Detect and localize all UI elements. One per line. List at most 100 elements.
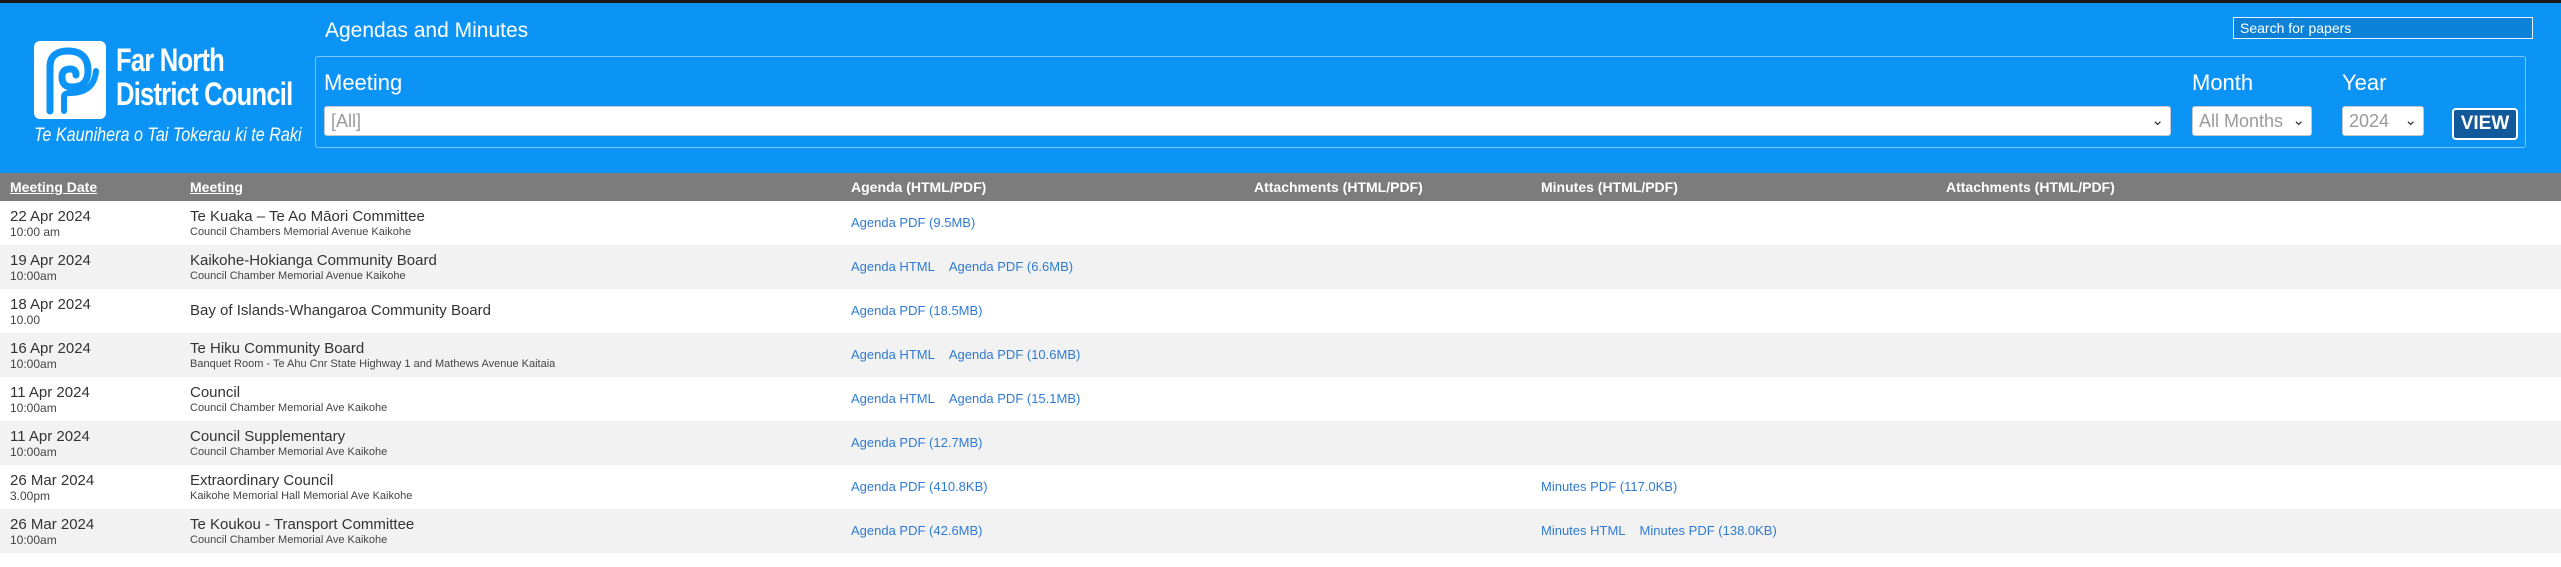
table-row: 19 Apr 2024 10:00am Kaikohe-Hokianga Commu… — [0, 245, 2561, 289]
column-minutes: Minutes (HTML/PDF) — [1541, 179, 1678, 195]
meeting-venue: Council Chambers Memorial Avenue Kaikohe — [190, 226, 412, 238]
meeting-date-cell: 26 Mar 2024 3.00pm — [0, 465, 180, 509]
month-select[interactable]: All Months ⌄ — [2192, 106, 2312, 136]
meeting-venue: Council Chamber Memorial Ave Kaikohe — [190, 402, 388, 414]
agenda-cell: Agenda PDF (410.8KB) — [841, 465, 1244, 509]
page-header: Far North District Council Te Kaunihera … — [0, 3, 2561, 173]
minutes-cell — [1531, 333, 1936, 377]
agenda-cell: Agenda PDF (18.5MB) — [841, 289, 1244, 333]
meeting-time: 10:00am — [10, 269, 57, 283]
meeting-date-cell: 11 Apr 2024 10:00am — [0, 377, 180, 421]
meeting-rows: 22 Apr 2024 10:00 am Te Kuaka – Te Ao Māor… — [0, 201, 2561, 553]
meeting-date-cell: 22 Apr 2024 10:00 am — [0, 201, 180, 245]
meeting-name: Council Supplementary — [190, 428, 346, 445]
filter-panel: Meeting [All] ⌄ Month All Months ⌄ Year … — [315, 56, 2526, 148]
meeting-date-cell: 16 Apr 2024 10:00am — [0, 333, 180, 377]
minutes-cell: Minutes PDF (117.0KB) — [1531, 465, 1936, 509]
agenda-pdf-link[interactable]: Agenda PDF (18.5MB) — [851, 303, 983, 318]
meeting-date: 26 Mar 2024 — [10, 472, 95, 489]
column-agenda-attachments: Attachments (HTML/PDF) — [1254, 179, 1423, 195]
minutes-html-link[interactable]: Minutes HTML — [1541, 523, 1626, 538]
table-row: 11 Apr 2024 10:00am Council Council Chamber… — [0, 377, 2561, 421]
agenda-html-link[interactable]: Agenda HTML — [851, 259, 935, 274]
agenda-pdf-link[interactable]: Agenda PDF (42.6MB) — [851, 523, 983, 538]
meeting-venue: Council Chamber Memorial Ave Kaikohe — [190, 534, 388, 546]
meeting-venue: Council Chamber Memorial Avenue Kaikohe — [190, 270, 406, 282]
minutes-cell — [1531, 201, 1936, 245]
minutes-pdf-link[interactable]: Minutes PDF (117.0KB) — [1541, 479, 1677, 494]
view-button[interactable]: VIEW — [2452, 108, 2518, 140]
chevron-down-icon: ⌄ — [2151, 112, 2164, 129]
agenda-pdf-link[interactable]: Agenda PDF (9.5MB) — [851, 215, 975, 230]
agenda-attachments-cell — [1244, 245, 1531, 289]
minutes-attachments-cell — [1936, 245, 2561, 289]
agenda-html-link[interactable]: Agenda HTML — [851, 347, 935, 362]
agenda-pdf-link[interactable]: Agenda PDF (10.6MB) — [949, 347, 1081, 362]
council-name: Far North District Council — [116, 42, 293, 112]
column-meeting[interactable]: Meeting — [180, 173, 841, 201]
council-name-line1: Far North — [116, 42, 225, 78]
meeting-name: Te Kuaka – Te Ao Māori Committee — [190, 208, 425, 225]
agenda-pdf-link[interactable]: Agenda PDF (6.6MB) — [949, 259, 1073, 274]
meeting-venue: Kaikohe Memorial Hall Memorial Ave Kaiko… — [190, 490, 413, 502]
agenda-attachments-cell — [1244, 465, 1531, 509]
council-name-line2: District Council — [116, 76, 293, 112]
meeting-name: Council — [190, 384, 241, 401]
meetings-table: Meeting Date Meeting Agenda (HTML/PDF) A… — [0, 173, 2561, 553]
agenda-attachments-cell — [1244, 333, 1531, 377]
table-header-row: Meeting Date Meeting Agenda (HTML/PDF) A… — [0, 173, 2561, 201]
minutes-cell — [1531, 421, 1936, 465]
meeting-date-cell: 19 Apr 2024 10:00am — [0, 245, 180, 289]
meeting-time: 10:00am — [10, 401, 57, 415]
minutes-attachments-cell — [1936, 377, 2561, 421]
meeting-name: Te Koukou - Transport Committee — [190, 516, 415, 533]
meeting-date: 11 Apr 2024 — [10, 384, 90, 401]
agenda-cell: Agenda PDF (42.6MB) — [841, 509, 1244, 553]
meeting-date-cell: 11 Apr 2024 10:00am — [0, 421, 180, 465]
meeting-name: Extraordinary Council — [190, 472, 334, 489]
table-row: 18 Apr 2024 10.00 Bay of Islands-Whangaroa… — [0, 289, 2561, 333]
meeting-name: Te Hiku Community Board — [190, 340, 365, 357]
meeting-select-value: [All] — [331, 111, 362, 131]
koru-logo-icon — [34, 41, 106, 119]
meeting-date: 16 Apr 2024 — [10, 340, 91, 357]
council-logo[interactable]: Far North District Council Te Kaunihera … — [34, 39, 302, 149]
minutes-attachments-cell — [1936, 421, 2561, 465]
agenda-pdf-link[interactable]: Agenda PDF (15.1MB) — [949, 391, 1081, 406]
meeting-time: 10:00am — [10, 357, 57, 371]
month-filter-label: Month — [2192, 70, 2254, 95]
agenda-pdf-link[interactable]: Agenda PDF (410.8KB) — [851, 479, 988, 494]
meeting-select[interactable]: [All] ⌄ — [324, 106, 2171, 136]
table-row: 11 Apr 2024 10:00am Council Supplementary C… — [0, 421, 2561, 465]
minutes-cell: Minutes HTML Minutes PDF (138.0KB) — [1531, 509, 1936, 553]
column-agenda: Agenda (HTML/PDF) — [851, 179, 987, 195]
minutes-attachments-cell — [1936, 333, 2561, 377]
agenda-cell: Agenda PDF (12.7MB) — [841, 421, 1244, 465]
meeting-venue: Banquet Room - Te Ahu Cnr State Highway … — [190, 358, 556, 370]
minutes-attachments-cell — [1936, 201, 2561, 245]
meeting-cell: Council Supplementary Council Chamber Mem… — [180, 421, 841, 465]
meeting-cell: Council Council Chamber Memorial Ave Kaik… — [180, 377, 841, 421]
meeting-name: Bay of Islands-Whangaroa Community Board — [190, 302, 491, 319]
table-row: 16 Apr 2024 10:00am Te Hiku Community Boar… — [0, 333, 2561, 377]
minutes-attachments-cell — [1936, 465, 2561, 509]
table-row: 26 Mar 2024 10:00am Te Koukou - Transport … — [0, 509, 2561, 553]
minutes-pdf-link[interactable]: Minutes PDF (138.0KB) — [1640, 523, 1777, 538]
year-filter-label: Year — [2342, 70, 2387, 95]
agenda-cell: Agenda PDF (9.5MB) — [841, 201, 1244, 245]
column-minutes-attachments: Attachments (HTML/PDF) — [1946, 179, 2115, 195]
meeting-date: 19 Apr 2024 — [10, 252, 91, 269]
meeting-date: 26 Mar 2024 — [10, 516, 95, 533]
month-select-value: All Months — [2199, 111, 2284, 131]
meeting-venue: Council Chamber Memorial Ave Kaikohe — [190, 446, 388, 458]
meeting-cell: Te Kuaka – Te Ao Māori Committee Council … — [180, 201, 841, 245]
agenda-html-link[interactable]: Agenda HTML — [851, 391, 935, 406]
year-select[interactable]: 2024 ⌄ — [2342, 106, 2424, 136]
search-input[interactable] — [2233, 17, 2533, 39]
agenda-pdf-link[interactable]: Agenda PDF (12.7MB) — [851, 435, 983, 450]
year-select-value: 2024 — [2349, 111, 2390, 131]
meeting-filter-label: Meeting — [324, 70, 403, 95]
column-meeting-date[interactable]: Meeting Date — [0, 173, 180, 201]
meeting-cell: Te Hiku Community Board Banquet Room - Te… — [180, 333, 841, 377]
meeting-date: 18 Apr 2024 — [10, 296, 91, 313]
